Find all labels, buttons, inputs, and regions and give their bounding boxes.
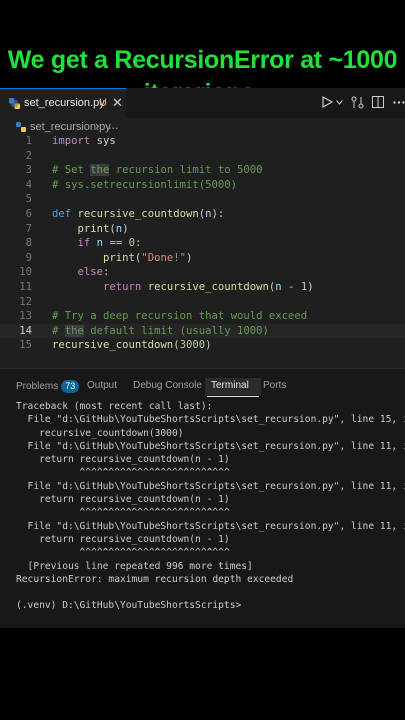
line-number: 7: [25, 222, 32, 235]
code-text: recursive_countdown(3000): [52, 339, 212, 352]
code-line[interactable]: 1 import sys: [0, 134, 405, 149]
line-number: 5: [25, 193, 32, 206]
line-number: 9: [25, 251, 32, 264]
editor-tab-bar: set_recursion.py U ✕: [0, 88, 405, 118]
terminal-line: return recursive_countdown(n - 1): [16, 533, 230, 545]
tab-untracked-status: U: [99, 97, 107, 109]
terminal-line: return recursive_countdown(n - 1): [16, 494, 230, 506]
code-line[interactable]: 3 # Set the recursion limit to 5000: [0, 163, 405, 178]
code-text: print(n): [77, 222, 129, 235]
line-number: 13: [19, 310, 32, 323]
tab-terminal[interactable]: Terminal: [211, 380, 249, 391]
code-line[interactable]: 6 def recursive_countdown(n):: [0, 207, 405, 222]
code-line[interactable]: 9 print("Done!"): [0, 251, 405, 266]
terminal-line: (.venv) D:\GitHub\YouTubeShortsScripts>: [16, 600, 242, 612]
run-icon[interactable]: [322, 96, 333, 108]
problems-count-badge: 73: [61, 380, 80, 393]
code-line[interactable]: 15 recursive_countdown(3000): [0, 338, 405, 353]
code-area[interactable]: 1 import sys 2 3 # Set the recursion limit t…: [0, 134, 405, 353]
line-number: 3: [25, 164, 32, 177]
code-line[interactable]: 5: [0, 192, 405, 207]
terminal-line: ^^^^^^^^^^^^^^^^^^^^^^^^^^: [16, 547, 230, 559]
code-line[interactable]: 12: [0, 295, 405, 310]
more-actions-icon[interactable]: [393, 101, 405, 104]
python-file-icon: [9, 98, 20, 109]
code-line[interactable]: 8 if n == 0:: [0, 236, 405, 251]
split-editor-icon[interactable]: [372, 96, 384, 108]
caption-line-1: We get a RecursionError at ~1000: [7, 46, 398, 74]
code-line[interactable]: 11 return recursive_countdown(n - 1): [0, 280, 405, 295]
chevron-down-icon[interactable]: [336, 100, 343, 105]
line-number: 1: [25, 135, 32, 147]
tab-problems-label: Problems: [16, 381, 59, 392]
code-text: return recursive_countdown(n - 1): [103, 280, 314, 293]
python-file-icon: [16, 122, 26, 132]
line-number: 2: [25, 149, 32, 162]
code-text: print("Done!"): [103, 251, 193, 264]
code-line[interactable]: 4 # sys.setrecursionlimit(5000): [0, 178, 405, 193]
code-text: # Set the recursion limit to 5000: [52, 164, 263, 177]
breadcrumb-more[interactable]: ...: [108, 119, 119, 132]
terminal-output[interactable]: Traceback (most recent call last): File …: [16, 400, 405, 613]
code-text: import sys: [52, 135, 116, 147]
terminal-line: [Previous line repeated 996 more times]: [16, 560, 253, 572]
tab-output[interactable]: Output: [87, 380, 117, 391]
terminal-line: ^^^^^^^^^^^^^^^^^^^^^^^^^^: [16, 507, 230, 519]
code-text: if n == 0:: [77, 237, 142, 250]
compare-changes-icon[interactable]: [351, 96, 364, 109]
terminal-line: Traceback (most recent call last):: [16, 401, 213, 412]
tab-filename: set_recursion.py: [24, 97, 105, 109]
tab-ports[interactable]: Ports: [263, 380, 286, 391]
code-line[interactable]: 2: [0, 149, 405, 164]
terminal-line: File "d:\GitHub\YouTubeShortsScripts\set…: [27, 520, 405, 532]
close-icon[interactable]: ✕: [112, 95, 123, 111]
tab-problems[interactable]: Problems 73: [16, 380, 80, 393]
code-text: else:: [77, 266, 110, 279]
code-editor: set_recursion.py U ✕ set_recursion.py › …: [0, 88, 405, 368]
terminal-line: return recursive_countdown(n - 1): [16, 454, 230, 466]
bottom-panel: Problems 73 Output Debug Console Terminal…: [0, 368, 405, 628]
code-text: def recursive_countdown(n):: [52, 207, 225, 220]
terminal-line: recursive_countdown(3000): [16, 427, 184, 439]
code-text: # sys.setrecursionlimit(5000): [52, 178, 237, 191]
line-number: 15: [19, 339, 32, 352]
line-number: 11: [19, 280, 32, 293]
code-line[interactable]: 13 # Try a deep recursion that would exce…: [0, 309, 405, 324]
terminal-line: File "d:\GitHub\YouTubeShortsScripts\set…: [27, 440, 405, 452]
active-tab-underline: [207, 396, 259, 397]
line-number: 8: [25, 237, 32, 250]
line-number: 10: [19, 266, 32, 279]
tab-debug-console[interactable]: Debug Console: [133, 380, 202, 391]
terminal-line: ^^^^^^^^^^^^^^^^^^^^^^^^^^: [16, 467, 230, 479]
code-text: # the default limit (usually 1000): [52, 324, 269, 337]
line-number: 4: [25, 178, 32, 191]
line-number: 6: [25, 207, 32, 220]
terminal-line: File "d:\GitHub\YouTubeShortsScripts\set…: [27, 480, 405, 492]
code-line[interactable]: 10 else:: [0, 265, 405, 280]
line-number: 14: [19, 324, 32, 337]
terminal-line: RecursionError: maximum recursion depth …: [16, 573, 294, 585]
code-line[interactable]: 14 # the default limit (usually 1000): [0, 323, 405, 339]
code-text: # Try a deep recursion that would exceed: [52, 310, 308, 323]
breadcrumb-separator: ›: [95, 119, 100, 133]
line-number: 12: [19, 295, 32, 308]
editor-tab-set-recursion[interactable]: set_recursion.py U ✕: [0, 88, 126, 118]
code-line[interactable]: 7 print(n): [0, 222, 405, 237]
terminal-line: File "d:\GitHub\YouTubeShortsScripts\set…: [27, 414, 405, 426]
